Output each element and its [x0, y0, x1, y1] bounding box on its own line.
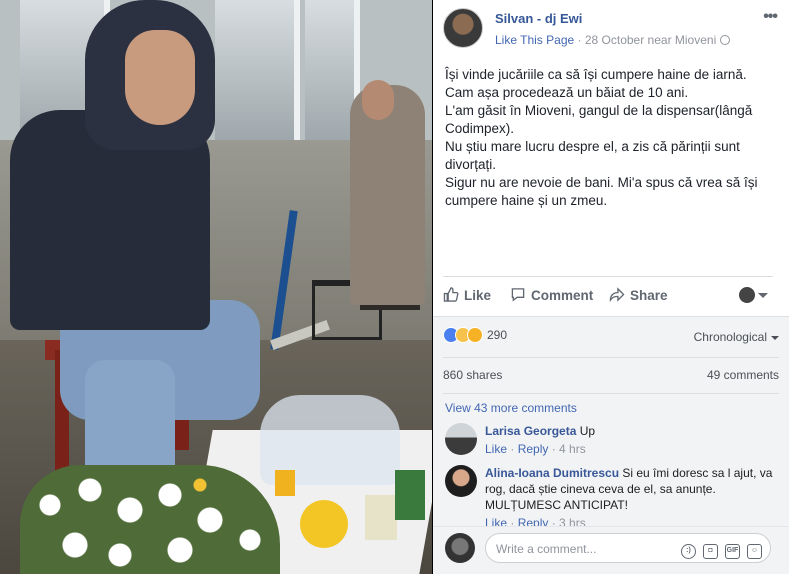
post-date-location[interactable]: 28 October near Mioveni: [585, 33, 716, 47]
camera-icon[interactable]: ◘: [703, 544, 718, 559]
reactions-row[interactable]: 290 Chronological: [443, 327, 779, 349]
divider: [443, 393, 779, 394]
comment-composer: Write a comment... :) ◘ GIF ☺: [433, 526, 789, 574]
stats-row: 860 shares 49 comments: [443, 363, 779, 385]
current-user-avatar: [445, 533, 475, 563]
comment-text: Up: [579, 424, 596, 438]
post-photo[interactable]: [0, 0, 432, 574]
post-header: Silvan - dj Ewi Like This Page · 28 Octo…: [443, 8, 779, 48]
comment-button[interactable]: Comment: [510, 287, 593, 303]
post-text: Își vinde jucăriile ca să își cumpere ha…: [445, 66, 777, 210]
post-text-line: Își vinde jucăriile ca să își cumpere ha…: [445, 67, 747, 82]
photo-flowers: [20, 465, 280, 574]
photo-toy: [365, 495, 397, 540]
comment-label: Comment: [531, 288, 594, 303]
mini-avatar: [739, 287, 755, 303]
reaction-count[interactable]: 290: [487, 328, 507, 342]
action-bar: Like Comment Share: [443, 276, 773, 314]
thumbs-up-icon: [443, 287, 459, 302]
commenter-avatar[interactable]: [445, 423, 477, 455]
chevron-down-icon: [758, 292, 768, 298]
gif-icon[interactable]: GIF: [725, 544, 740, 559]
post-text-line: Cam așa procedează un băiat de 10 ani.: [445, 85, 689, 100]
photo-window: [215, 0, 300, 140]
share-arrow-icon: [609, 287, 625, 302]
chevron-down-icon: [771, 335, 779, 340]
comment-body: Larisa Georgeta Up Like · Reply · 4 hrs: [485, 423, 779, 457]
post-text-line: Nu știu mare lucru despre el, a zis că p…: [445, 139, 744, 172]
post-text-line: Sigur nu are nevoie de bani. Mi'a spus c…: [445, 175, 762, 208]
comment-body: Alina-Ioana Dumitrescu Si eu îmi doresc …: [485, 465, 779, 531]
composer-tools: :) ◘ GIF ☺: [674, 541, 762, 559]
author-name[interactable]: Silvan - dj Ewi: [495, 11, 582, 26]
author-avatar[interactable]: [443, 8, 483, 48]
like-page-link[interactable]: Like This Page: [495, 33, 574, 47]
post-side-panel: Silvan - dj Ewi Like This Page · 28 Octo…: [433, 0, 789, 574]
more-options-icon[interactable]: •••: [763, 8, 778, 26]
share-label: Share: [630, 288, 668, 303]
like-label: Like: [464, 288, 492, 303]
comment-time[interactable]: 4 hrs: [559, 442, 586, 456]
view-more-comments-link[interactable]: View 43 more comments: [445, 401, 577, 415]
comment-actions: Like · Reply · 4 hrs: [485, 442, 586, 456]
comments-count[interactable]: 49 comments: [707, 368, 779, 382]
speech-bubble-icon: [511, 288, 525, 302]
divider: [443, 357, 779, 358]
smiley-icon[interactable]: :): [681, 544, 696, 559]
photo-toy: [275, 470, 295, 496]
globe-icon: [720, 35, 731, 45]
photo-woman-head: [362, 80, 394, 120]
photo-woman: [350, 85, 425, 305]
shares-count[interactable]: 860 shares: [443, 368, 502, 382]
comment-like-link[interactable]: Like: [485, 442, 507, 456]
photo-toy: [395, 470, 425, 520]
commenter-name[interactable]: Larisa Georgeta: [485, 424, 576, 438]
commenter-avatar[interactable]: [445, 465, 477, 497]
meta-separator: ·: [574, 33, 585, 47]
comment-placeholder: Write a comment...: [496, 542, 597, 556]
comment-sort-dropdown[interactable]: Chronological: [694, 330, 779, 344]
photo-toy: [300, 500, 348, 548]
post-meta: Like This Page · 28 October near Mioveni: [495, 33, 731, 47]
sticker-icon[interactable]: ☺: [747, 544, 762, 559]
wow-reaction-icon: [467, 327, 483, 343]
post-as-selector[interactable]: [739, 287, 773, 305]
comment-input[interactable]: Write a comment... :) ◘ GIF ☺: [485, 533, 771, 563]
comment-reply-link[interactable]: Reply: [518, 442, 549, 456]
share-button[interactable]: Share: [609, 287, 668, 303]
photo-boy-face: [125, 30, 195, 125]
commenter-name[interactable]: Alina-Ioana Dumitrescu: [485, 466, 619, 480]
like-button[interactable]: Like: [443, 287, 491, 303]
post-text-line: L'am găsit în Mioveni, gangul de la disp…: [445, 103, 757, 136]
sort-label: Chronological: [693, 330, 767, 344]
